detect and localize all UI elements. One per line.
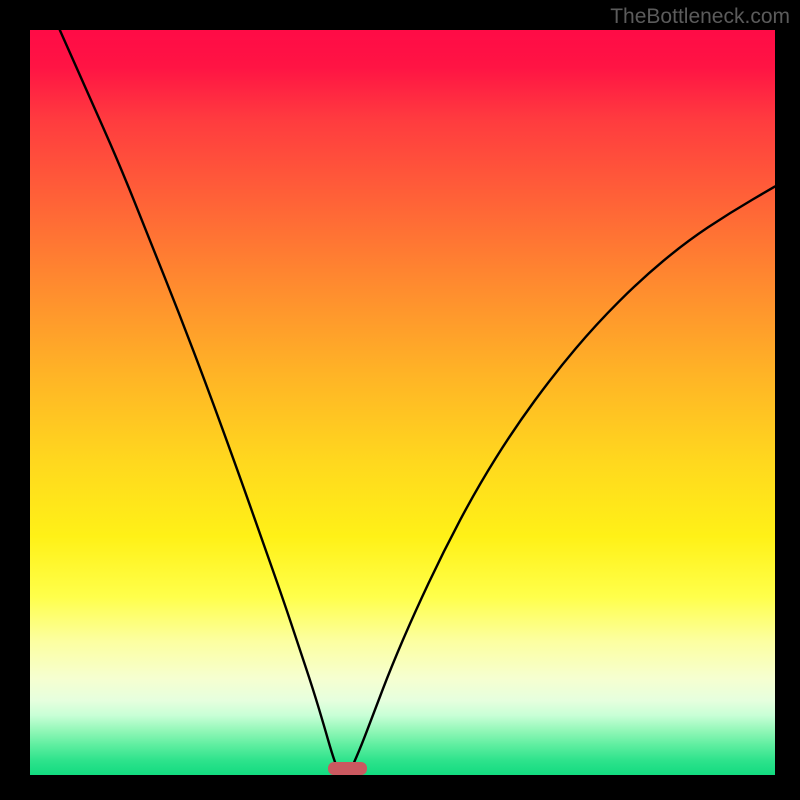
plot-area <box>30 30 775 775</box>
bottleneck-marker <box>328 762 367 775</box>
watermark-text: TheBottleneck.com <box>610 5 790 29</box>
curve-layer <box>30 30 775 775</box>
left-branch-curve <box>60 30 337 768</box>
outer-frame: TheBottleneck.com <box>0 0 800 800</box>
right-branch-curve <box>352 186 775 767</box>
